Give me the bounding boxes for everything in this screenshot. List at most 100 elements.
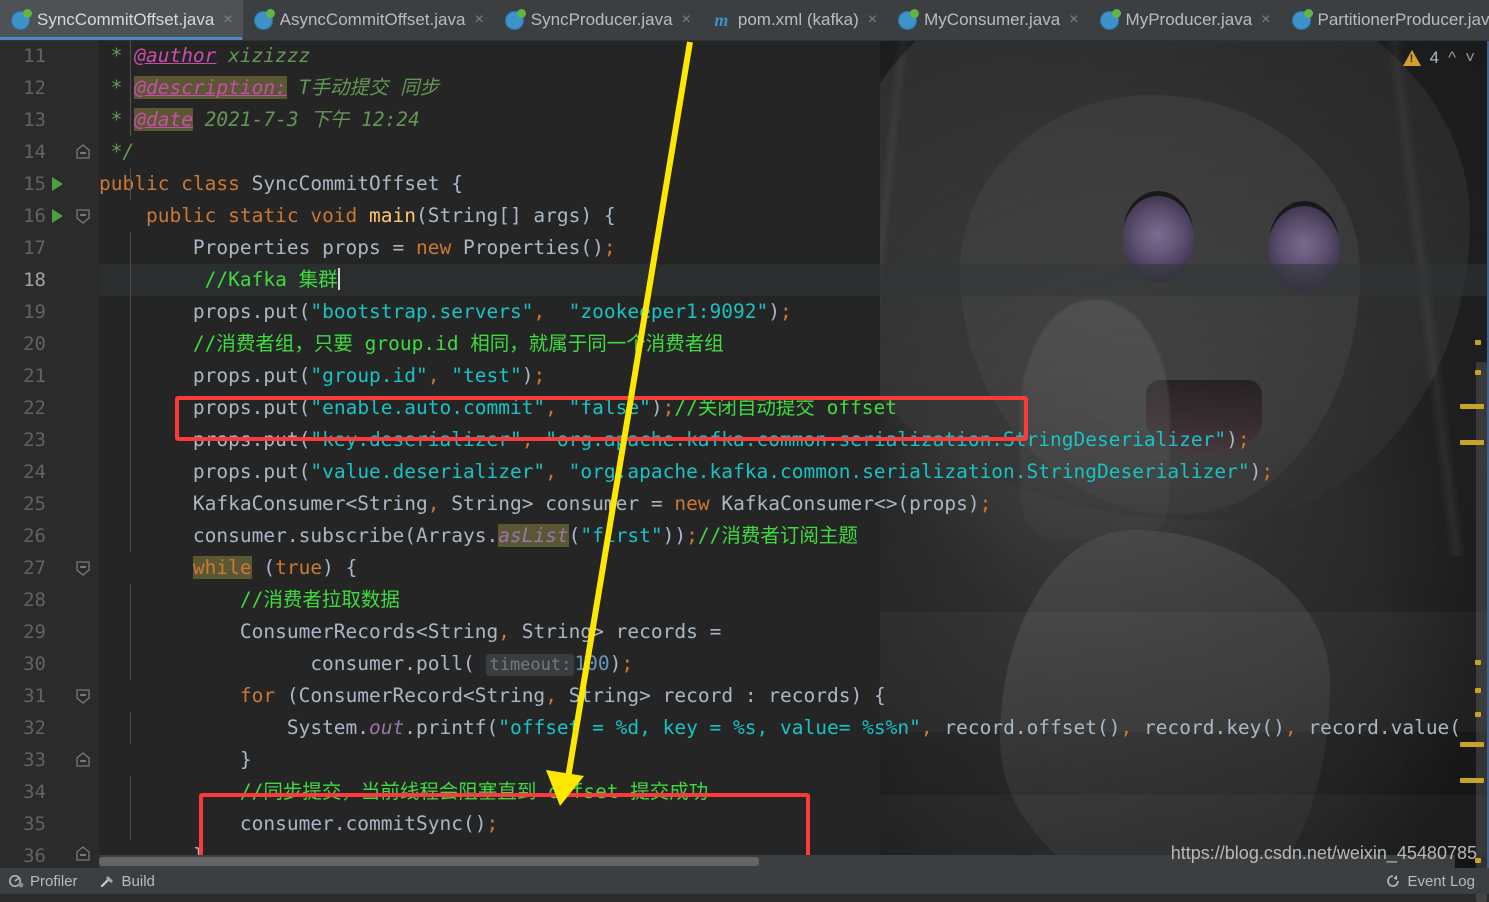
- fold-start-icon[interactable]: [74, 559, 90, 576]
- code-line-21: 21 props.put("group.id", "test");: [0, 360, 1489, 392]
- line-number: 36: [23, 845, 46, 867]
- code-text: public class SyncCommitOffset {: [99, 172, 463, 195]
- line-number: 13: [23, 109, 46, 131]
- code-line-34: 34 //同步提交，当前线程会阻塞直到 offset 提交成功: [0, 776, 1489, 808]
- editor-horizontal-scrollbar-thumb[interactable]: [99, 857, 759, 866]
- code-text: props.put("bootstrap.servers", "zookeepe…: [99, 300, 792, 323]
- hammer-icon: [100, 873, 116, 889]
- close-icon[interactable]: ×: [1261, 12, 1270, 28]
- chevron-down-icon[interactable]: ˅: [1465, 48, 1475, 68]
- close-icon[interactable]: ×: [1069, 12, 1078, 28]
- warning-marker[interactable]: [1460, 778, 1484, 783]
- gutter-icons: [46, 456, 131, 488]
- tab-label: SyncCommitOffset.java: [37, 10, 215, 29]
- code-line-32: 32 System.out.printf("offset = %d, key =…: [0, 712, 1489, 744]
- warning-count: 4: [1429, 48, 1440, 67]
- code-line-31: 31 for (ConsumerRecord<String, String> r…: [0, 680, 1489, 712]
- run-class-icon[interactable]: [52, 177, 63, 191]
- code-text: //消费者组，只要 group.id 相同，就属于同一个消费者组: [192, 332, 724, 355]
- tab-label: pom.xml (kafka): [737, 10, 859, 29]
- warning-marker[interactable]: [1475, 660, 1481, 665]
- gutter-icons: [46, 232, 131, 264]
- fold-end-icon[interactable]: [74, 845, 90, 861]
- code-editor[interactable]: 11 * @author xizizzz 12 * @description: …: [0, 40, 1489, 868]
- gutter-icons: [46, 520, 131, 552]
- code-line-33: 33 }: [0, 744, 1489, 776]
- editor-tab-synccommitoffset[interactable]: SyncCommitOffset.java ×: [0, 0, 243, 40]
- fold-end-icon[interactable]: [74, 751, 90, 767]
- line-number: 16: [23, 205, 46, 227]
- gutter-icons: [46, 488, 131, 520]
- run-method-icon[interactable]: [52, 209, 63, 223]
- chevron-up-icon[interactable]: ^: [1448, 48, 1456, 68]
- line-number: 31: [23, 685, 46, 707]
- warning-marker[interactable]: [1475, 688, 1481, 693]
- warning-marker[interactable]: [1475, 370, 1481, 375]
- code-line-23: 23 props.put("key.deserializer", "org.ap…: [0, 424, 1489, 456]
- gutter-icons: [46, 296, 131, 328]
- java-class-icon: [253, 8, 275, 30]
- warning-marker[interactable]: [1460, 742, 1484, 747]
- gutter-icons[interactable]: [46, 680, 99, 712]
- status-bar-profiler[interactable]: Profiler: [0, 873, 92, 890]
- fold-start-icon[interactable]: [74, 207, 90, 224]
- gutter-icons: [46, 712, 131, 744]
- warning-marker[interactable]: [1460, 440, 1484, 445]
- code-text: while (true) {: [192, 556, 358, 579]
- tab-label: MyProducer.java: [1125, 10, 1253, 29]
- code-line-15: 15 public class SyncCommitOffset {: [0, 168, 1489, 200]
- editor-tab-asynccommitoffset[interactable]: AsyncCommitOffset.java ×: [243, 0, 494, 40]
- editor-tab-partitionerproducer[interactable]: PartitionerProducer.java ×: [1281, 0, 1489, 40]
- line-number: 23: [23, 429, 46, 451]
- line-number: 27: [23, 557, 46, 579]
- code-line-18: 18 //Kafka 集群: [0, 264, 1489, 296]
- code-line-22: 22 props.put("enable.auto.commit", "fals…: [0, 392, 1489, 424]
- line-number: 26: [23, 525, 46, 547]
- inspection-marker-bar[interactable]: [1455, 40, 1489, 902]
- close-icon[interactable]: ×: [868, 12, 877, 28]
- gutter-icons[interactable]: [46, 136, 99, 168]
- line-number: 19: [23, 301, 46, 323]
- warning-triangle-icon: [1402, 50, 1421, 66]
- java-class-icon: [504, 8, 526, 30]
- fold-end-icon[interactable]: [74, 143, 90, 159]
- code-text: */: [99, 140, 135, 163]
- code-line-19: 19 props.put("bootstrap.servers", "zooke…: [0, 296, 1489, 328]
- line-number: 21: [23, 365, 46, 387]
- warning-marker[interactable]: [1475, 712, 1481, 717]
- code-text: ConsumerRecords<String, String> records …: [239, 620, 722, 643]
- watermark-url: https://blog.csdn.net/weixin_45480785: [1170, 843, 1477, 863]
- editor-tab-myproducer[interactable]: MyProducer.java ×: [1089, 0, 1281, 40]
- gutter-icons[interactable]: [46, 744, 99, 776]
- gutter-icons[interactable]: [46, 552, 99, 584]
- java-class-icon: [1099, 8, 1121, 30]
- code-text: System.out.printf("offset = %d, key = %s…: [286, 716, 1462, 739]
- gutter-icons: [46, 616, 131, 648]
- close-icon[interactable]: ×: [682, 12, 691, 28]
- line-number: 11: [23, 45, 46, 67]
- editor-tab-pomxml[interactable]: m pom.xml (kafka) ×: [701, 0, 887, 40]
- inline-parameter-hint: timeout:: [486, 653, 575, 676]
- line-number: 32: [23, 717, 46, 739]
- editor-tab-syncproducer[interactable]: SyncProducer.java ×: [494, 0, 701, 40]
- code-line-29: 29 ConsumerRecords<String, String> recor…: [0, 616, 1489, 648]
- status-bar-event-log[interactable]: Event Log: [1385, 873, 1489, 890]
- code-text: props.put("key.deserializer", "org.apach…: [99, 428, 1250, 451]
- code-text: * @date 2021-7-3 下午 12:24: [99, 108, 420, 131]
- editor-tab-myconsumer[interactable]: MyConsumer.java ×: [887, 0, 1088, 40]
- code-text: //同步提交，当前线程会阻塞直到 offset 提交成功: [239, 780, 709, 803]
- inspection-status-widget[interactable]: 4 ^ ˅: [1402, 48, 1475, 68]
- close-icon[interactable]: ×: [474, 12, 483, 28]
- maven-icon: m: [714, 9, 729, 30]
- close-icon[interactable]: ×: [223, 12, 232, 28]
- warning-marker[interactable]: [1475, 340, 1481, 345]
- code-line-35: 35 consumer.commitSync();: [0, 808, 1489, 840]
- warning-marker[interactable]: [1460, 404, 1484, 409]
- gutter-icons[interactable]: [46, 840, 99, 868]
- gutter-icons[interactable]: [46, 168, 131, 200]
- code-line-26: 26 consumer.subscribe(Arrays.asList("fir…: [0, 520, 1489, 552]
- line-number: 33: [23, 749, 46, 771]
- fold-start-icon[interactable]: [74, 687, 90, 704]
- status-bar-build[interactable]: Build: [92, 873, 169, 890]
- gutter-icons[interactable]: [46, 200, 99, 232]
